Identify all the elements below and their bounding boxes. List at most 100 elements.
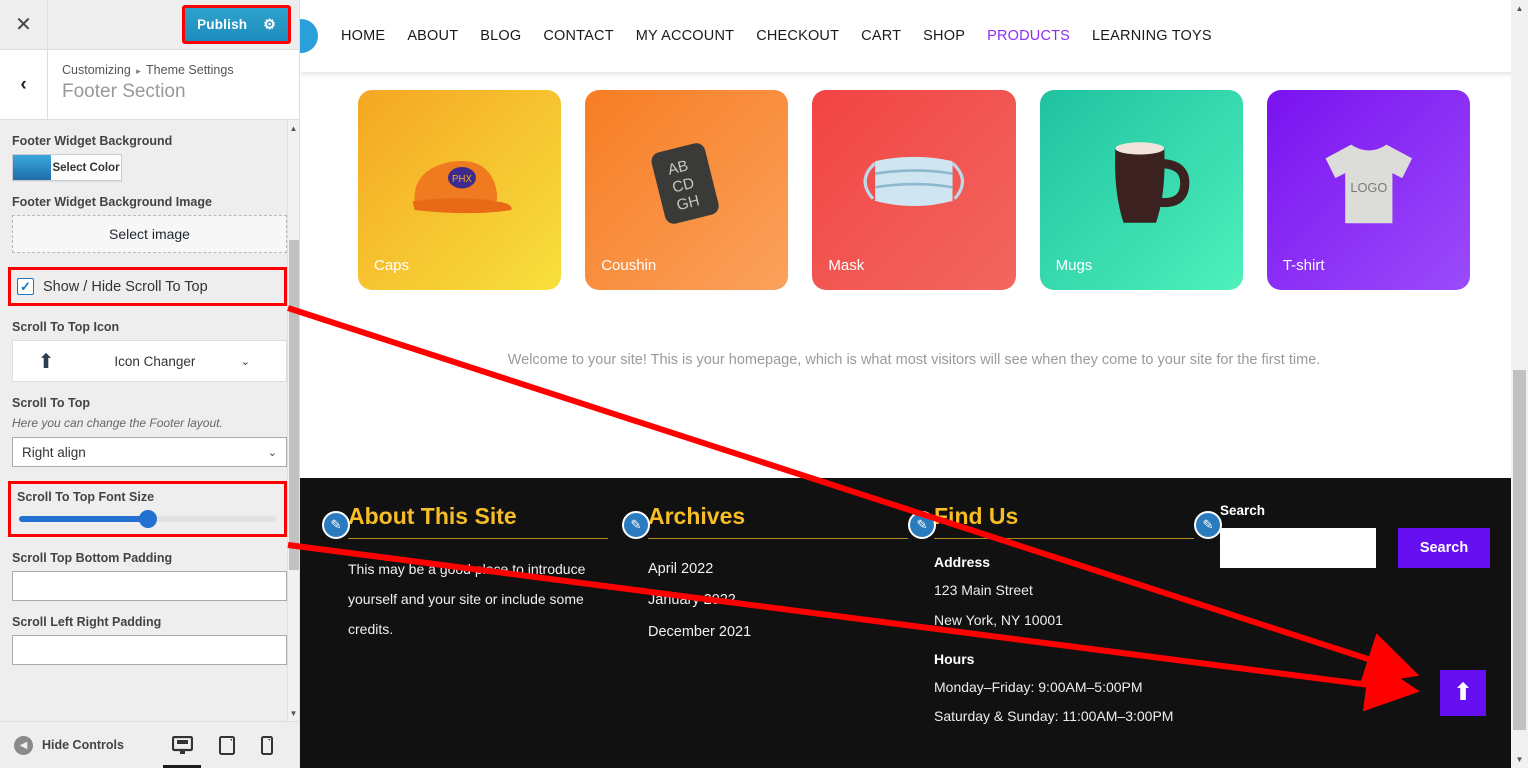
search-button[interactable]: Search	[1398, 527, 1490, 568]
address-label: Address	[934, 554, 991, 571]
pencil-edit-icon[interactable]: ✎	[908, 511, 936, 539]
mobile-icon[interactable]	[261, 735, 273, 755]
mask-image	[839, 122, 989, 242]
customizer-header: ✕ Publish ⚙	[0, 0, 299, 50]
show-hide-scroll-highlight-box: ✓ Show / Hide Scroll To Top	[8, 267, 287, 306]
nav-item-cart[interactable]: CART	[850, 28, 912, 44]
control-scroll-left-right-padding: Scroll Left Right Padding	[12, 615, 287, 665]
footer-widget-title: Archives	[648, 503, 908, 540]
scroll-to-top-align-select[interactable]: Right align ⌄	[12, 437, 287, 467]
scrollbar-up-arrow-icon[interactable]: ▲	[1511, 0, 1528, 17]
scroll-to-top-align-value: Right align	[22, 444, 86, 460]
back-chevron-icon[interactable]: ‹	[0, 50, 48, 119]
scrollbar-up-arrow-icon[interactable]: ▲	[288, 120, 299, 136]
slider-track[interactable]	[19, 510, 276, 528]
scroll-to-top-label: Scroll To Top	[12, 396, 91, 410]
close-icon[interactable]: ✕	[0, 0, 48, 49]
hours-line-2: Saturday & Sunday: 11:00AM–3:00PM	[934, 708, 1174, 725]
publish-button[interactable]: Publish ⚙	[185, 8, 288, 41]
hide-controls-button[interactable]: ◀ Hide Controls	[14, 735, 124, 755]
scroll-top-bottom-padding-input[interactable]	[12, 571, 287, 601]
select-image-button[interactable]: Select image	[12, 215, 287, 253]
pencil-edit-icon[interactable]: ✎	[622, 511, 650, 539]
scrollbar-down-arrow-icon[interactable]: ▼	[1511, 751, 1528, 768]
scroll-to-top-button[interactable]: ⬆	[1440, 670, 1486, 716]
slider-thumb[interactable]	[138, 510, 157, 528]
product-card-mugs[interactable]: Mugs	[1039, 90, 1243, 290]
breadcrumb-separator-icon: ▸	[136, 66, 141, 76]
scrollbar-thumb[interactable]	[289, 240, 299, 570]
site-footer: ✎ About This Site This may be a good pla…	[300, 478, 1528, 768]
nav-item-products[interactable]: PRODUCTS	[976, 28, 1081, 44]
pencil-edit-icon[interactable]: ✎	[322, 511, 350, 539]
control-scroll-top-bottom-padding: Scroll Top Bottom Padding	[12, 551, 287, 601]
nav-item-home[interactable]: HOME	[330, 28, 396, 44]
customizer-controls-list: Footer Widget Background Select Color Fo…	[0, 120, 299, 721]
scroll-to-top-font-size-slider[interactable]	[17, 510, 278, 528]
search-form: Search	[1220, 527, 1490, 568]
slider-fill	[19, 516, 148, 522]
site-logo[interactable]	[300, 19, 318, 53]
footer-widget-about: ✎ About This Site This may be a good pla…	[318, 503, 618, 732]
scroll-left-right-padding-input[interactable]	[12, 635, 287, 665]
mug-image	[1066, 122, 1216, 242]
icon-changer-label: Icon Changer	[114, 353, 196, 369]
checkbox-check-icon[interactable]: ✓	[17, 278, 34, 295]
svg-text:LOGO: LOGO	[1350, 180, 1387, 195]
product-card-coushin[interactable]: AB CD GH Coushin	[585, 90, 789, 290]
site-preview: HOME ABOUT BLOG CONTACT MY ACCOUNT CHECK…	[300, 0, 1528, 768]
select-color-label: Select Color	[52, 161, 120, 174]
scrollbar-thumb[interactable]	[1513, 370, 1526, 730]
nav-item-learning-toys[interactable]: LEARNING TOYS	[1081, 28, 1223, 44]
archives-list: April 2022 January 2022 December 2021	[648, 554, 904, 648]
product-card-tshirt[interactable]: LOGO T-shirt	[1266, 90, 1471, 290]
scrollbar-down-arrow-icon[interactable]: ▼	[288, 705, 299, 721]
page-title: Footer Section	[62, 80, 186, 102]
select-color-button[interactable]: Select Color	[12, 154, 122, 181]
address-line-1: 123 Main Street	[934, 582, 1033, 599]
footer-widget-bg-image-label: Footer Widget Background Image	[12, 195, 212, 209]
device-preview-switcher	[163, 735, 285, 768]
nav-item-checkout[interactable]: CHECKOUT	[745, 28, 850, 44]
customizer-title-row: ‹ Customizing ▸ Theme Settings Footer Se…	[0, 50, 299, 120]
list-item[interactable]: January 2022	[648, 585, 904, 616]
cap-image: PHX	[384, 122, 534, 242]
gear-icon[interactable]: ⚙	[263, 16, 276, 33]
list-item[interactable]: April 2022	[648, 554, 904, 585]
tablet-icon[interactable]	[219, 735, 235, 755]
nav-item-about[interactable]: ABOUT	[396, 28, 469, 44]
footer-widget-archives: ✎ Archives April 2022 January 2022 Decem…	[618, 503, 908, 732]
breadcrumb-root[interactable]: Customizing	[62, 63, 131, 77]
search-input[interactable]	[1220, 527, 1376, 568]
breadcrumb: Customizing ▸ Theme Settings	[62, 62, 234, 80]
publish-highlight-box: Publish ⚙	[182, 5, 291, 44]
customizer-scrollbar[interactable]: ▲ ▼	[287, 120, 299, 721]
nav-item-shop[interactable]: SHOP	[912, 28, 976, 44]
desktop-icon[interactable]	[163, 735, 201, 768]
chevron-down-icon: ⌄	[267, 446, 277, 459]
nav-item-my-account[interactable]: MY ACCOUNT	[625, 28, 745, 44]
product-card-mask[interactable]: Mask	[812, 90, 1016, 290]
publish-button-label: Publish	[197, 17, 248, 32]
product-card-caps[interactable]: PHX Caps	[358, 90, 562, 290]
welcome-text: Welcome to your site! This is your homep…	[507, 352, 1321, 368]
footer-widget-columns: ✎ About This Site This may be a good pla…	[318, 503, 1510, 732]
hours-line-1: Monday–Friday: 9:00AM–5:00PM	[934, 679, 1143, 696]
nav-item-contact[interactable]: CONTACT	[532, 28, 624, 44]
hours-label: Hours	[934, 651, 975, 668]
icon-changer-dropdown[interactable]: ⬆ Icon Changer ⌄	[12, 340, 287, 382]
pencil-edit-icon[interactable]: ✎	[1194, 511, 1222, 539]
color-swatch[interactable]	[13, 155, 51, 180]
product-card-label: Mask	[828, 257, 865, 274]
list-item[interactable]: December 2021	[648, 617, 904, 648]
control-footer-widget-background-image: Footer Widget Background Image Select im…	[12, 195, 287, 253]
search-widget-title: Search	[1220, 503, 1266, 518]
nav-item-blog[interactable]: BLOG	[469, 28, 532, 44]
show-hide-scroll-to-top-checkbox[interactable]: ✓ Show / Hide Scroll To Top	[17, 278, 278, 295]
control-footer-widget-background: Footer Widget Background Select Color	[12, 134, 287, 181]
product-card-label: Caps	[374, 257, 410, 274]
preview-scrollbar[interactable]: ▲ ▼	[1511, 0, 1528, 768]
font-size-highlight-box: Scroll To Top Font Size	[8, 481, 287, 537]
breadcrumb-parent[interactable]: Theme Settings	[146, 63, 234, 77]
